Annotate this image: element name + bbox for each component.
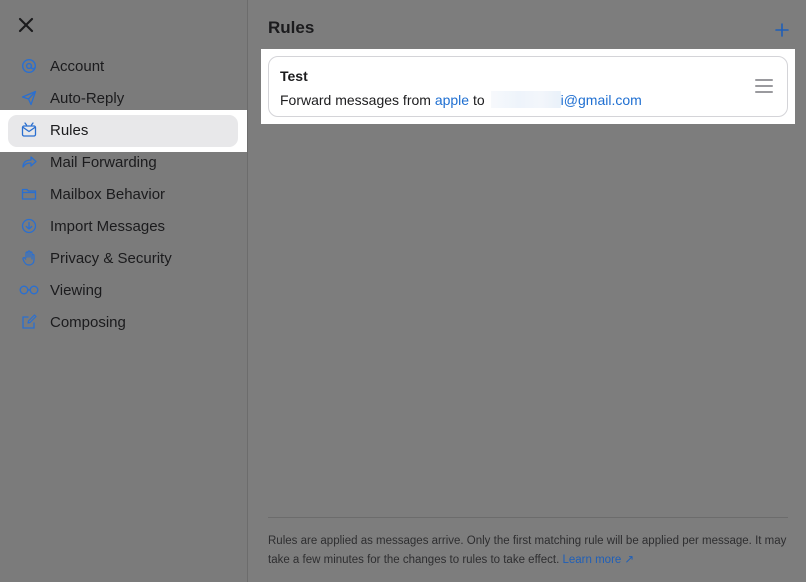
folder-icon — [18, 183, 40, 205]
sidebar-item-account[interactable]: Account — [18, 51, 238, 81]
sidebar-item-label: Mailbox Behavior — [50, 185, 166, 203]
rule-description: Forward messages from apple to i@gmail.co… — [280, 91, 642, 108]
rules-envelope-icon — [18, 119, 40, 141]
rule-desc-prefix: Forward messages from — [280, 92, 431, 108]
footer-text: Rules are applied as messages arrive. On… — [268, 535, 787, 566]
rule-card[interactable]: Test Forward messages from apple to i@gma… — [268, 56, 788, 117]
sidebar-item-auto-reply[interactable]: Auto-Reply — [18, 83, 238, 113]
hand-icon — [18, 247, 40, 269]
sidebar-item-label: Viewing — [50, 281, 103, 299]
learn-more-link[interactable]: Learn more ↗ — [563, 554, 635, 566]
glasses-icon — [18, 279, 40, 301]
download-circle-icon — [18, 215, 40, 237]
sidebar-item-label: Import Messages — [50, 217, 166, 235]
sidebar: Account Auto-Reply Rules Mail Forwarding… — [0, 0, 248, 582]
sidebar-item-mailbox-behavior[interactable]: Mailbox Behavior — [18, 179, 238, 209]
redacted-area — [490, 91, 561, 108]
add-rule-button[interactable] — [771, 19, 793, 41]
sidebar-item-label: Composing — [50, 313, 126, 331]
sidebar-item-viewing[interactable]: Viewing — [18, 275, 238, 305]
drag-handle-icon[interactable] — [755, 79, 773, 93]
at-icon — [18, 55, 40, 77]
plus-icon — [775, 23, 789, 37]
sidebar-item-label: Rules — [50, 121, 89, 139]
sidebar-item-label: Auto-Reply — [50, 89, 125, 107]
rule-title: Test — [280, 68, 308, 84]
sidebar-item-label: Privacy & Security — [50, 249, 172, 267]
rule-email-link[interactable]: i@gmail.com — [561, 92, 642, 108]
footer-divider — [268, 517, 788, 518]
sidebar-item-mail-forwarding[interactable]: Mail Forwarding — [18, 147, 238, 177]
close-button[interactable] — [14, 13, 38, 37]
sidebar-item-label: Account — [50, 57, 105, 75]
sidebar-item-import-messages[interactable]: Import Messages — [18, 211, 238, 241]
sidebar-item-label: Mail Forwarding — [50, 153, 157, 171]
sidebar-item-privacy-security[interactable]: Privacy & Security — [18, 243, 238, 273]
paper-plane-icon — [18, 87, 40, 109]
sidebar-item-composing[interactable]: Composing — [18, 307, 238, 337]
footer-note: Rules are applied as messages arrive. On… — [268, 532, 788, 570]
page-title: Rules — [268, 18, 315, 37]
rule-sender-link[interactable]: apple — [435, 92, 469, 108]
close-icon — [18, 17, 34, 33]
forward-arrow-icon — [18, 151, 40, 173]
compose-icon — [18, 311, 40, 333]
sidebar-item-rules[interactable]: Rules — [18, 115, 238, 145]
rule-desc-to: to — [472, 92, 485, 108]
